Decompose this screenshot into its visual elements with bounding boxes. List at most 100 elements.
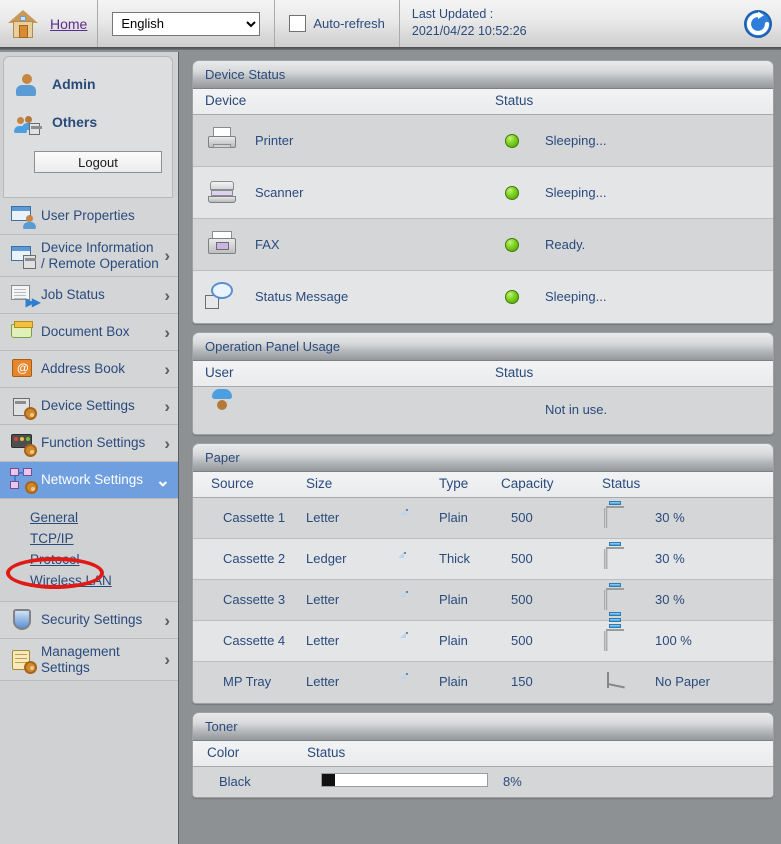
auto-refresh-label: Auto-refresh [313, 16, 385, 31]
chevron-right-icon: › [164, 359, 170, 379]
refresh-segment[interactable] [737, 0, 781, 48]
paper-type: Plain [439, 592, 468, 607]
main-content: Device Status Device Status Printer Slee… [186, 52, 781, 844]
paper-type: Plain [439, 510, 468, 525]
address-book-icon [10, 356, 36, 382]
paper-capacity: 500 [511, 510, 533, 525]
sidebar-item-security-settings[interactable]: Security Settings › [0, 602, 178, 640]
home-link[interactable]: Home [50, 16, 87, 32]
network-settings-submenu: General TCP/IP Protocol Wireless LAN [0, 499, 178, 603]
sidebar: Admin Others Logout User Properties Devi… [0, 52, 179, 844]
last-updated-value: 2021/04/22 10:52:26 [411, 24, 527, 38]
chevron-right-icon: › [164, 322, 170, 342]
user-card: Admin Others Logout [3, 56, 173, 198]
device-status-title: Device Status [193, 61, 773, 89]
sidebar-item-label: Document Box [41, 324, 130, 340]
device-status-text: Sleeping... [545, 133, 607, 148]
subnav-item-tcpip[interactable]: TCP/IP [0, 528, 178, 549]
user-row-others: Others [10, 103, 166, 141]
table-row: Cassette 1 Letter Plain 500 30 % [193, 498, 773, 539]
column-header-device: Device [205, 93, 247, 108]
language-segment: English [98, 0, 274, 48]
status-led [505, 238, 519, 252]
column-header-type: Type [439, 476, 469, 491]
paper-size: Letter [306, 674, 340, 689]
toner-color: Black [219, 774, 251, 789]
network-settings-icon [10, 467, 38, 495]
sidebar-item-address-book[interactable]: Address Book › [0, 351, 178, 389]
sidebar-item-label: Address Book [41, 361, 126, 377]
auto-refresh-checkbox[interactable] [289, 15, 307, 32]
toner-gauge [321, 773, 488, 787]
sidebar-item-network-settings[interactable]: Network Settings ⌄ [0, 462, 178, 500]
toner-column-headers: Color Status [193, 741, 773, 767]
subnav-item-general[interactable]: General [0, 507, 178, 528]
sidebar-item-function-settings[interactable]: Function Settings › [0, 425, 178, 463]
job-status-icon: ▶▶ [10, 282, 41, 308]
sidebar-item-job-status[interactable]: ▶▶ Job Status › [0, 277, 178, 315]
function-settings-icon [10, 430, 37, 458]
paper-type: Thick [439, 551, 471, 566]
document-box-icon [10, 319, 36, 345]
user-row-admin: Admin [10, 65, 166, 103]
device-information-icon [10, 243, 36, 269]
operation-panel-usage-panel: Operation Panel Usage User Status Not in… [192, 332, 774, 435]
others-users-icon [14, 109, 42, 135]
paper-size: Letter [306, 592, 340, 607]
column-header-status: Status [495, 365, 534, 380]
paper-status: 30 % [655, 592, 685, 607]
operation-panel-title: Operation Panel Usage [193, 333, 773, 361]
sidebar-item-management-settings[interactable]: Management Settings › [0, 639, 178, 682]
toner-rows: Black 8% [193, 767, 773, 797]
chevron-right-icon: › [164, 396, 170, 416]
toner-percent: 8% [503, 774, 522, 789]
sidebar-item-label: Function Settings [41, 435, 146, 451]
panel-usage-status: Not in use. [545, 402, 608, 417]
sidebar-item-label: Device Settings [41, 398, 135, 414]
paper-capacity: 500 [511, 633, 533, 648]
device-status-text: Sleeping... [545, 185, 607, 200]
paper-source: Cassette 3 [223, 592, 286, 607]
language-select[interactable]: English [112, 11, 261, 36]
column-header-status: Status [307, 745, 346, 760]
chevron-right-icon: › [164, 246, 170, 266]
sidebar-item-user-properties[interactable]: User Properties [0, 198, 178, 235]
management-settings-icon [10, 647, 37, 674]
subnav-item-wireless-lan[interactable]: Wireless LAN [0, 570, 178, 591]
user-properties-icon [10, 203, 36, 229]
sidebar-item-label: User Properties [41, 208, 135, 224]
paper-size: Letter [306, 633, 340, 648]
home-segment: Home [0, 0, 97, 48]
refresh-icon[interactable] [743, 9, 773, 39]
table-row: Cassette 3 Letter Plain 500 30 % [193, 580, 773, 621]
paper-capacity: 500 [511, 592, 533, 607]
admin-label: Admin [52, 76, 96, 92]
logout-button[interactable]: Logout [34, 151, 162, 173]
sidebar-item-device-information[interactable]: Device Information / Remote Operation › [0, 235, 178, 278]
column-header-status: Status [602, 476, 641, 491]
paper-capacity: 150 [511, 674, 533, 689]
operation-panel-column-headers: User Status [193, 361, 773, 387]
sidebar-item-document-box[interactable]: Document Box › [0, 314, 178, 352]
paper-capacity: 500 [511, 551, 533, 566]
device-status-rows: Printer Sleeping... Scanner Sleeping... [193, 115, 773, 323]
sidebar-item-label: Management Settings [41, 644, 120, 675]
sidebar-item-device-settings[interactable]: Device Settings › [0, 388, 178, 426]
table-row: Cassette 4 Letter Plain 500 100 % [193, 612, 773, 662]
chevron-down-icon: ⌄ [155, 470, 170, 490]
paper-status: No Paper [655, 674, 710, 689]
top-toolbar: Home English Auto-refresh Last Updated :… [0, 0, 781, 50]
chevron-right-icon: › [164, 285, 170, 305]
table-row: FAX Ready. [193, 219, 773, 271]
home-icon [8, 9, 38, 38]
paper-source: Cassette 2 [223, 551, 286, 566]
paper-type: Plain [439, 674, 468, 689]
device-name: Scanner [255, 185, 304, 200]
device-status-column-headers: Device Status [193, 89, 773, 115]
sidebar-item-label: Network Settings [41, 472, 144, 488]
subnav-item-protocol[interactable]: Protocol [0, 549, 178, 570]
auto-refresh-segment[interactable]: Auto-refresh [275, 0, 399, 48]
security-settings-icon [10, 607, 36, 633]
paper-source: Cassette 4 [223, 633, 286, 648]
paper-type: Plain [439, 633, 468, 648]
